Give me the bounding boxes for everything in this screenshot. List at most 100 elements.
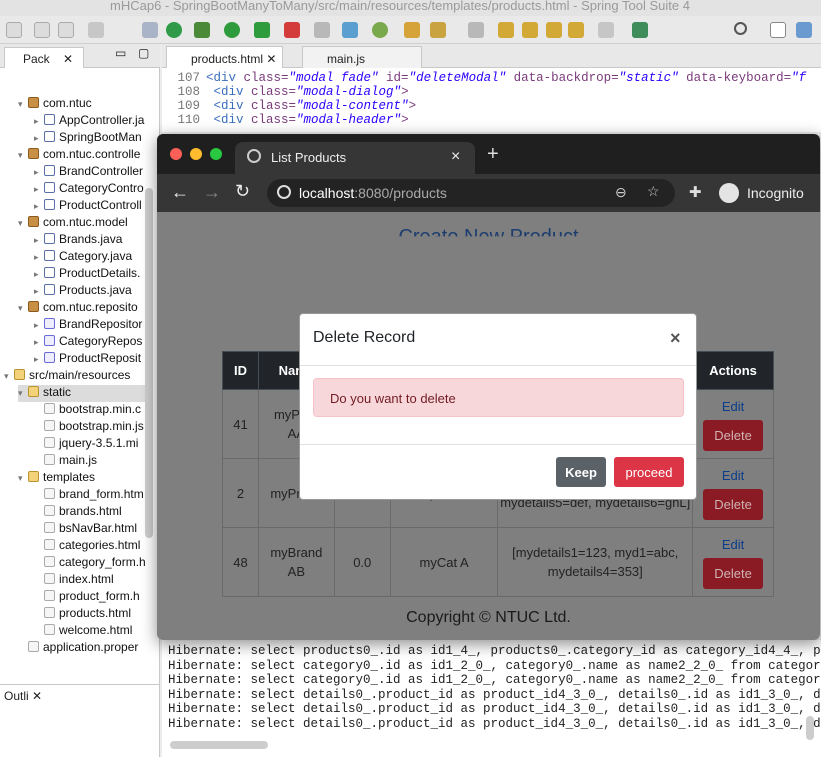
edit-link[interactable]: Edit (693, 535, 773, 554)
tree-item[interactable]: products.html (34, 606, 145, 623)
maximize-icon[interactable]: ▢ (138, 46, 149, 60)
incognito-icon[interactable] (719, 183, 739, 203)
outline-tab[interactable]: Outli ✕ (4, 689, 42, 703)
expand-toggle-icon[interactable]: ▾ (18, 473, 28, 484)
tree-item[interactable]: product_form.h (34, 589, 145, 606)
expand-toggle-icon[interactable]: ▾ (4, 371, 14, 382)
deploy-icon[interactable] (342, 22, 358, 38)
tab-main-js[interactable]: main.js (302, 46, 422, 68)
proceed-button[interactable]: proceed (614, 457, 684, 487)
tree-item[interactable]: main.js (34, 453, 145, 470)
tree-item[interactable]: bootstrap.min.js (34, 419, 145, 436)
tree-item[interactable]: brands.html (34, 504, 145, 521)
minimize-window-icon[interactable] (190, 148, 202, 160)
back-arrow-icon[interactable]: ← (171, 182, 189, 203)
expand-toggle-icon[interactable]: ▸ (34, 235, 44, 246)
expand-toggle-icon[interactable]: ▸ (34, 201, 44, 212)
run-icon[interactable] (224, 22, 240, 38)
package-explorer-tab[interactable]: Pack ✕ (4, 47, 84, 68)
tree-item[interactable]: bsNavBar.html (34, 521, 145, 538)
tree-item[interactable]: ▾ com.ntuc.controlle (18, 147, 145, 164)
reload-icon[interactable]: ↻ (235, 181, 250, 202)
spring-boot-icon[interactable] (166, 22, 182, 38)
new-tab-icon[interactable]: + (487, 143, 499, 166)
prev-edit-icon[interactable] (498, 22, 514, 38)
console-vertical-scrollbar[interactable] (806, 716, 814, 740)
annotation-icon[interactable] (468, 22, 484, 38)
expand-toggle-icon[interactable]: ▸ (34, 167, 44, 178)
perspective-icon[interactable] (770, 22, 786, 38)
info-icon[interactable] (277, 185, 291, 199)
new-icon[interactable] (6, 22, 22, 38)
tree-item[interactable]: categories.html (34, 538, 145, 555)
expand-toggle-icon[interactable]: ▾ (18, 99, 28, 110)
browser-tab[interactable]: List Products × (235, 142, 475, 174)
delete-button[interactable]: Delete (703, 489, 763, 520)
debug-icon[interactable] (194, 22, 210, 38)
forward-icon[interactable] (568, 22, 584, 38)
search-icon[interactable] (734, 22, 747, 35)
tree-item[interactable]: index.html (34, 572, 145, 589)
zoom-icon[interactable]: ⊖ (615, 184, 627, 201)
close-icon[interactable]: ✕ (266, 52, 276, 66)
tree-item[interactable]: ▾ com.ntuc.reposito (18, 300, 145, 317)
tree-item[interactable]: category_form.h (34, 555, 145, 572)
tree-scrollbar[interactable] (145, 188, 153, 538)
save-all-icon[interactable] (58, 22, 74, 38)
tree-item[interactable]: ▸ CategoryRepos (34, 334, 145, 351)
build-icon[interactable] (88, 22, 104, 38)
tree-item[interactable]: ▸ ProductReposit (34, 351, 145, 368)
expand-toggle-icon[interactable]: ▸ (34, 337, 44, 348)
relaunch-icon[interactable] (314, 22, 330, 38)
modal-close-button[interactable]: × (670, 328, 681, 349)
tree-item[interactable]: ▾ static (18, 385, 145, 402)
tree-item[interactable]: jquery-3.5.1.mi (34, 436, 145, 453)
tree-item[interactable]: ▸ Products.java (34, 283, 145, 300)
search-file-icon[interactable] (142, 22, 158, 38)
close-icon[interactable]: ✕ (63, 52, 73, 66)
code-editor[interactable]: 107 <div class="modal fade" id="deleteMod… (162, 68, 821, 132)
tree-item[interactable]: ▾ templates (18, 470, 145, 487)
tree-item[interactable]: ▸ Category.java (34, 249, 145, 266)
tree-item[interactable]: bootstrap.min.c (34, 402, 145, 419)
close-icon[interactable]: ✕ (32, 689, 42, 703)
expand-toggle-icon[interactable]: ▾ (18, 303, 28, 314)
next-edit-icon[interactable] (522, 22, 538, 38)
close-tab-icon[interactable]: × (451, 148, 460, 166)
spring-perspective-icon[interactable] (796, 22, 812, 38)
edit-link[interactable]: Edit (693, 397, 773, 416)
expand-toggle-icon[interactable]: ▸ (34, 354, 44, 365)
tree-item[interactable]: ▸ ProductDetails. (34, 266, 145, 283)
tree-item[interactable]: brand_form.htm (34, 487, 145, 504)
forward-arrow-icon[interactable]: → (203, 182, 221, 203)
tree-item[interactable]: welcome.html (34, 623, 145, 640)
expand-toggle-icon[interactable]: ▸ (34, 320, 44, 331)
expand-toggle-icon[interactable]: ▾ (18, 218, 28, 229)
close-window-icon[interactable] (170, 148, 182, 160)
expand-toggle-icon[interactable]: ▸ (34, 184, 44, 195)
stop-icon[interactable] (284, 22, 300, 38)
tree-item[interactable]: ▸ CategoryContro (34, 181, 145, 198)
save-icon[interactable] (34, 22, 50, 38)
expand-toggle-icon[interactable]: ▸ (34, 269, 44, 280)
expand-toggle-icon[interactable]: ▸ (34, 286, 44, 297)
expand-toggle-icon[interactable]: ▸ (34, 252, 44, 263)
expand-toggle-icon[interactable]: ▸ (34, 116, 44, 127)
tree-item[interactable]: application.proper (18, 640, 145, 657)
forward-disabled-icon[interactable] (598, 22, 614, 38)
new-project-icon[interactable] (372, 22, 388, 38)
tree-item[interactable]: ▸ ProductControll (34, 198, 145, 215)
tools-icon[interactable] (430, 22, 446, 38)
extensions-icon[interactable]: ✚ (689, 183, 702, 201)
open-folder-icon[interactable] (404, 22, 420, 38)
tree-item[interactable]: ▸ Brands.java (34, 232, 145, 249)
tree-item[interactable]: ▸ AppController.ja (34, 113, 145, 130)
console-output[interactable]: Hibernate: select products0_.id as id1_4… (162, 640, 821, 757)
tree-item[interactable]: ▾ src/main/resources (4, 368, 145, 385)
tree-item[interactable]: ▾ com.ntuc.model (18, 215, 145, 232)
delete-button[interactable]: Delete (703, 558, 763, 589)
expand-toggle-icon[interactable]: ▸ (34, 133, 44, 144)
tree-item[interactable]: ▸ SpringBootMan (34, 130, 145, 147)
expand-toggle-icon[interactable]: ▾ (18, 150, 28, 161)
url-bar[interactable]: localhost:8080/products ⊖ ☆ (267, 179, 675, 207)
